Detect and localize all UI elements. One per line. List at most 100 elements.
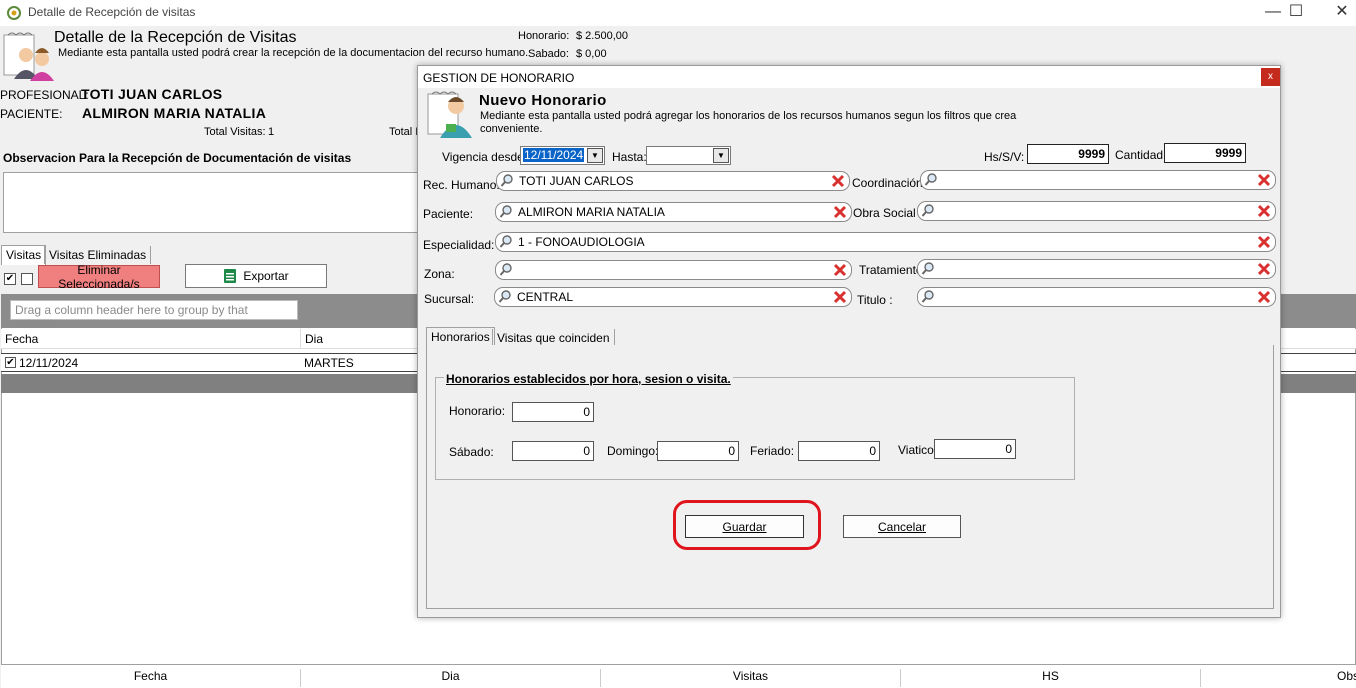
sucursal-value: CENTRAL (517, 290, 574, 304)
cantidad-label: Cantidad: (1115, 148, 1167, 162)
dialog-close-button[interactable]: x (1261, 68, 1280, 86)
clear-icon[interactable] (833, 205, 847, 219)
rec-humano-lookup[interactable]: TOTI JUAN CARLOS (496, 171, 850, 191)
clear-icon[interactable] (1257, 262, 1271, 276)
clear-icon[interactable] (833, 263, 847, 277)
obra-social-lookup[interactable] (917, 201, 1276, 221)
doctor-icon (427, 91, 472, 138)
search-icon[interactable] (921, 261, 935, 277)
especialidad-lookup[interactable]: 1 - FONOAUDIOLOGIA (495, 232, 1276, 252)
hs-label: Hs/S/V: (984, 150, 1025, 164)
domingo-label: Domingo: (607, 444, 659, 458)
dialog-title-bar: GESTION DE HONORARIO x (418, 66, 1280, 88)
hasta-label: Hasta: (612, 150, 647, 164)
viatico-input[interactable]: 0 (934, 439, 1016, 459)
sabado-field-label: Sábado: (449, 445, 494, 459)
search-icon[interactable] (499, 262, 513, 278)
select-all-checkbox[interactable]: ✔ (4, 273, 16, 285)
search-icon[interactable] (499, 234, 513, 250)
page-subtitle: Mediante esta pantalla usted podrá crear… (58, 47, 529, 59)
profesional-value: TOTI JUAN CARLOS (81, 86, 223, 102)
observacion-label: Observacion Para la Recepción de Documen… (3, 151, 352, 165)
search-icon[interactable] (921, 289, 935, 305)
clear-icon[interactable] (833, 290, 847, 304)
sabado-input[interactable]: 0 (512, 441, 594, 461)
zona-lookup[interactable] (495, 260, 852, 280)
coordinacion-lookup[interactable] (920, 170, 1276, 190)
search-icon[interactable] (924, 172, 938, 188)
dialog-subtitle: Mediante esta pantalla usted podrá agreg… (480, 110, 1017, 135)
footer-fecha: Fecha (1, 669, 301, 687)
clear-icon[interactable] (1257, 290, 1271, 304)
page-title: Detalle de la Recepción de Visitas (54, 29, 297, 46)
dialog-title: GESTION DE HONORARIO (423, 71, 575, 85)
titulo-label: Titulo : (857, 293, 893, 307)
close-window-button[interactable]: ✕ (1319, 0, 1356, 26)
especialidad-label: Especialidad: (423, 238, 495, 252)
search-icon[interactable] (498, 289, 512, 305)
sucursal-label: Sucursal: (424, 292, 475, 306)
search-icon[interactable] (499, 204, 513, 220)
tab-visitas-eliminadas[interactable]: Visitas Eliminadas (44, 246, 152, 264)
paciente-field-value: ALMIRON MARIA NATALIA (518, 205, 665, 219)
paciente-value: ALMIRON MARIA NATALIA (82, 105, 267, 121)
chevron-down-icon[interactable]: ▼ (713, 148, 729, 163)
tab-honorarios[interactable]: Honorarios (426, 327, 495, 346)
chevron-down-icon[interactable]: ▼ (587, 148, 603, 163)
tratamiento-lookup[interactable] (917, 259, 1276, 279)
sabado-label: Sabado: (528, 48, 569, 60)
cantidad-input[interactable]: 9999 (1164, 143, 1246, 163)
sucursal-lookup[interactable]: CENTRAL (494, 287, 852, 307)
obra-social-label: Obra Social : (853, 206, 923, 220)
vigencia-desde-value: 12/11/2024 (523, 148, 585, 162)
footer-visitas: Visitas (601, 669, 901, 687)
row-checkbox[interactable]: ✔ (5, 357, 16, 368)
users-icon (3, 32, 54, 81)
maximize-button[interactable]: ☐ (1273, 0, 1319, 26)
paciente-lookup[interactable]: ALMIRON MARIA NATALIA (495, 202, 852, 222)
honorario-value: $ 2.500,00 (576, 30, 628, 42)
honorarios-fieldset (435, 377, 1075, 480)
export-button[interactable]: Exportar (185, 264, 327, 288)
footer-dia: Dia (301, 669, 601, 687)
tratamiento-label: Tratamiento (859, 263, 923, 277)
coordinacion-label: Coordinación: (852, 176, 927, 190)
rec-humano-value: TOTI JUAN CARLOS (519, 174, 634, 188)
search-icon[interactable] (921, 203, 935, 219)
profesional-label: PROFESIONAL: (0, 88, 89, 102)
feriado-label: Feriado: (750, 444, 795, 458)
delete-selected-button[interactable]: Eliminar Seleccionada/s (38, 263, 160, 291)
clear-icon[interactable] (1257, 173, 1271, 187)
highlight-ring (673, 500, 821, 550)
clear-icon[interactable] (831, 174, 845, 188)
spreadsheet-icon (224, 269, 237, 283)
clear-icon[interactable] (1257, 204, 1271, 218)
zona-label: Zona: (424, 267, 455, 281)
total-visitas-label: Total Visitas: (204, 126, 266, 138)
vigencia-desde-picker[interactable]: 12/11/2024 ▼ (520, 146, 605, 165)
viatico-label: Viatico: (898, 443, 938, 457)
row-dia: MARTES (304, 356, 354, 370)
domingo-input[interactable]: 0 (657, 441, 739, 461)
feriado-input[interactable]: 0 (798, 441, 880, 461)
cancelar-button[interactable]: Cancelar (843, 515, 961, 538)
honorario-field-label: Honorario: (449, 404, 506, 418)
secondary-checkbox[interactable] (21, 273, 33, 285)
row-fecha: 12/11/2024 (19, 356, 79, 370)
hasta-picker[interactable]: ▼ (646, 146, 731, 165)
hs-input[interactable]: 9999 (1027, 144, 1109, 164)
observacion-textarea[interactable] (3, 172, 423, 233)
footer-hs: HS (901, 669, 1201, 687)
sabado-value: $ 0,00 (576, 48, 607, 60)
group-hint: Drag a column header here to group by th… (10, 300, 298, 331)
rec-humano-label: Rec. Humano: (423, 178, 500, 192)
search-icon[interactable] (500, 173, 514, 189)
dialog-heading: Nuevo Honorario (479, 92, 607, 109)
titulo-lookup[interactable] (917, 287, 1276, 307)
vigencia-label: Vigencia desde: (442, 150, 528, 164)
app-icon (7, 6, 21, 20)
footer-obs: Obs (1337, 669, 1356, 683)
honorario-input[interactable]: 0 (512, 402, 594, 422)
clear-icon[interactable] (1257, 235, 1271, 249)
column-header-fecha[interactable]: Fecha (1, 329, 301, 349)
